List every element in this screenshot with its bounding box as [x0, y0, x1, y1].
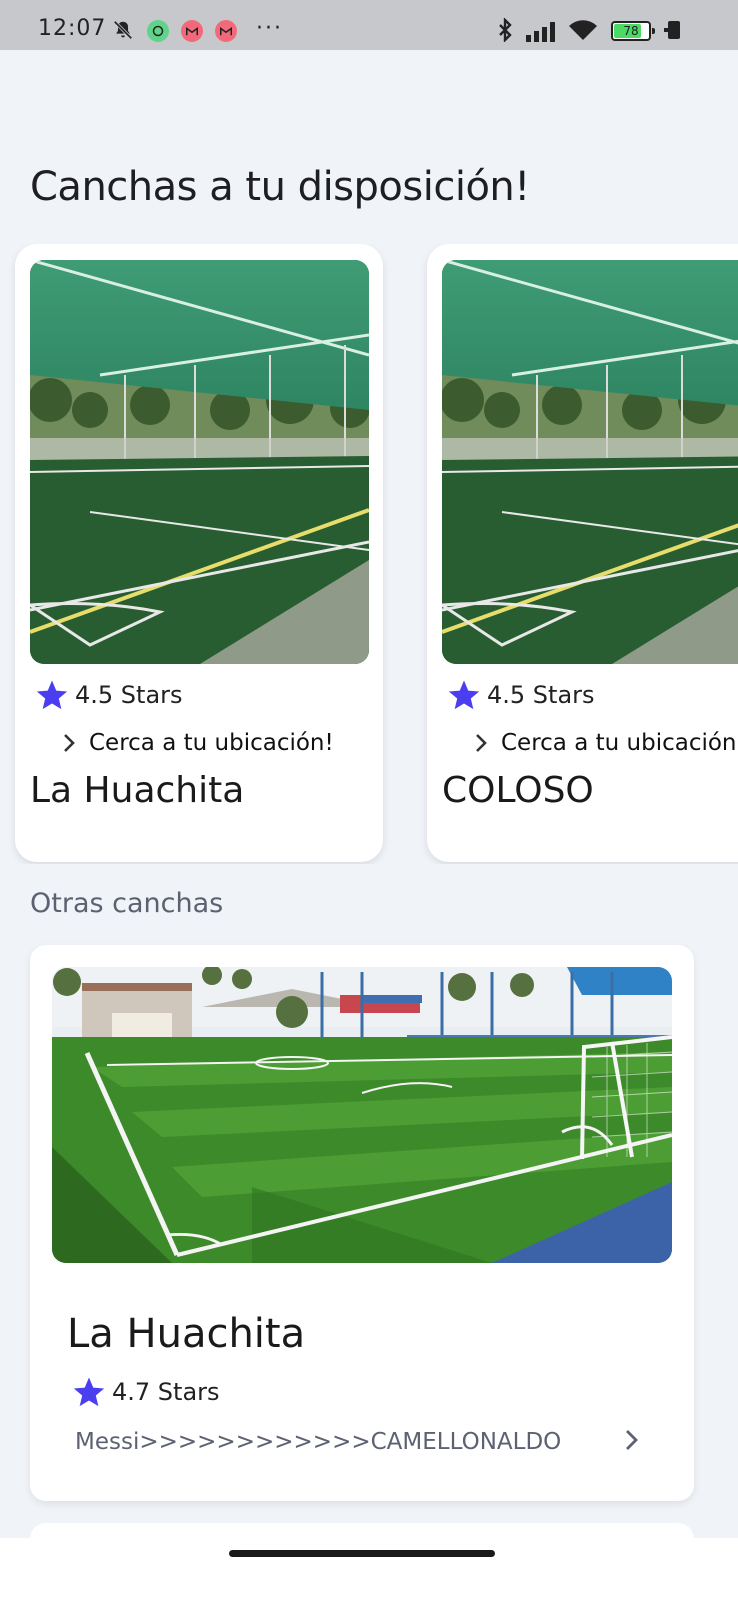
- chevron-right-icon: [476, 734, 487, 752]
- status-time: 12:07: [38, 16, 107, 41]
- featured-card[interactable]: 4.5 Stars Cerca a tu ubicación! COLOSO: [427, 244, 738, 862]
- field-photo: [52, 967, 672, 1263]
- rating: 4.5 Stars: [447, 678, 595, 712]
- star-icon: [73, 1377, 105, 1407]
- field-photo: [30, 260, 369, 664]
- chevron-right-icon[interactable]: [625, 1429, 639, 1451]
- star-icon: [448, 680, 480, 710]
- field-card[interactable]: La Huachita 4.7 Stars Messi>>>>>>>>>>>>C…: [30, 945, 694, 1501]
- bluetooth-icon: [499, 18, 512, 42]
- status-bar: 12:07 ··· 78: [0, 0, 738, 50]
- nearby-link[interactable]: Cerca a tu ubicación!: [475, 730, 738, 756]
- chevron-right-icon: [64, 734, 75, 752]
- charging-icon: [664, 21, 680, 39]
- field-name: La Huachita: [30, 770, 245, 811]
- battery-icon: 78: [611, 21, 655, 41]
- section-subtitle: Otras canchas: [30, 888, 224, 919]
- field-name: La Huachita: [67, 1311, 306, 1357]
- system-nav-bar: [0, 1538, 738, 1600]
- field-description: Messi>>>>>>>>>>>>CAMELLONALDO: [75, 1429, 562, 1455]
- signal-icon: [526, 22, 555, 42]
- home-indicator[interactable]: [229, 1550, 495, 1557]
- featured-card[interactable]: 4.5 Stars Cerca a tu ubicación! La Huach…: [15, 244, 383, 862]
- rating-text: 4.7 Stars: [112, 1378, 220, 1406]
- gmail-icon: [215, 20, 237, 42]
- featured-carousel[interactable]: 4.5 Stars Cerca a tu ubicación! La Huach…: [0, 244, 738, 864]
- nearby-text: Cerca a tu ubicación!: [501, 730, 738, 756]
- battery-level: 78: [623, 24, 639, 38]
- rating-text: 4.5 Stars: [75, 681, 183, 709]
- whatsapp-icon: [147, 20, 169, 42]
- bell-muted-icon: [113, 20, 133, 40]
- gmail-icon: [181, 20, 203, 42]
- rating: 4.5 Stars: [35, 678, 183, 712]
- wifi-icon: [569, 20, 597, 40]
- field-photo: [442, 260, 738, 664]
- nearby-text: Cerca a tu ubicación!: [89, 730, 334, 756]
- more-notifications-icon: ···: [256, 16, 283, 41]
- field-name: COLOSO: [442, 770, 594, 811]
- nearby-link[interactable]: Cerca a tu ubicación!: [63, 730, 334, 756]
- rating-text: 4.5 Stars: [487, 681, 595, 709]
- rating: 4.7 Stars: [72, 1375, 220, 1409]
- page-title: Canchas a tu disposición!: [30, 164, 530, 210]
- star-icon: [36, 680, 68, 710]
